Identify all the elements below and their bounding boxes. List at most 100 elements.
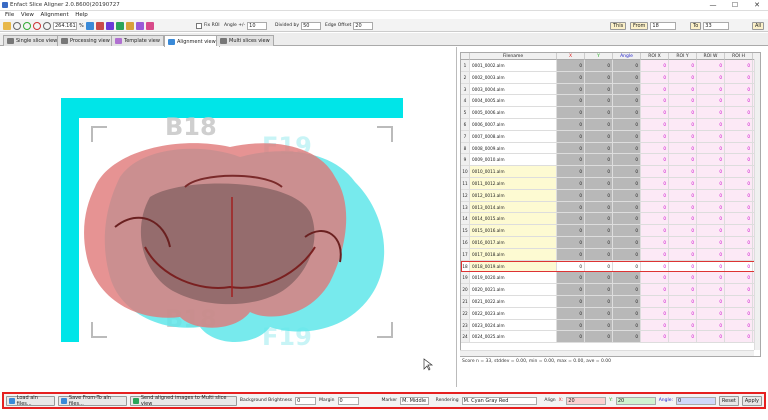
margin-input[interactable]: 0 xyxy=(337,396,359,405)
roi-cell[interactable]: 0 xyxy=(669,260,697,273)
column-header[interactable]: ROI H xyxy=(725,53,753,60)
value-cell[interactable]: 0 xyxy=(557,213,585,226)
value-cell[interactable]: 0 xyxy=(585,118,613,131)
roi-cell[interactable]: 0 xyxy=(641,331,669,344)
roi-cell[interactable]: 0 xyxy=(641,307,669,320)
roi-cell[interactable]: 0 xyxy=(697,118,725,131)
value-cell[interactable]: 0 xyxy=(557,154,585,167)
value-cell[interactable]: 0 xyxy=(557,260,585,273)
filename-cell[interactable]: 0015_0016.alm xyxy=(470,225,557,237)
roi-cell[interactable]: 0 xyxy=(669,60,697,72)
filename-cell[interactable]: 0022_0023.alm xyxy=(470,307,557,320)
value-cell[interactable]: 0 xyxy=(585,60,613,72)
value-cell[interactable]: 0 xyxy=(585,307,613,320)
marker-select[interactable]: M. Middle xyxy=(400,396,429,405)
roi-cell[interactable]: 0 xyxy=(697,154,725,167)
roi-cell[interactable]: 0 xyxy=(641,284,669,296)
roi-cell[interactable]: 0 xyxy=(641,118,669,131)
column-header[interactable]: ROI W xyxy=(697,53,725,60)
value-cell[interactable]: 0 xyxy=(613,83,641,96)
table-row[interactable]: 20002_0003.alm00000000 xyxy=(461,71,760,84)
value-cell[interactable]: 0 xyxy=(613,295,641,308)
roi-cell[interactable]: 0 xyxy=(669,95,697,108)
table-row[interactable]: 120012_0013.alm00000000 xyxy=(461,189,760,202)
value-cell[interactable]: 0 xyxy=(585,295,613,308)
roi-cell[interactable]: 0 xyxy=(669,248,697,261)
menu-view[interactable]: View xyxy=(21,11,34,19)
grid-icon[interactable] xyxy=(105,21,114,30)
value-cell[interactable]: 0 xyxy=(585,189,613,202)
roi-cell[interactable]: 0 xyxy=(669,154,697,167)
alignment-table[interactable]: FilenameXYAngleROI XROI YROI WROI HScore… xyxy=(460,52,761,357)
roi-cell[interactable]: 0 xyxy=(725,236,753,249)
table-row[interactable]: 170017_0018.alm00000000 xyxy=(461,248,760,261)
roi-cell[interactable]: 0 xyxy=(641,177,669,190)
filename-cell[interactable]: 0002_0003.alm xyxy=(470,71,557,84)
roi-cell[interactable]: 0 xyxy=(641,83,669,96)
filename-cell[interactable]: 0004_0005.alm xyxy=(470,95,557,108)
value-cell[interactable]: 0 xyxy=(613,154,641,167)
this-button[interactable]: This xyxy=(610,21,627,30)
open-folder-icon[interactable] xyxy=(3,21,11,30)
roi-cell[interactable]: 0 xyxy=(669,331,697,344)
roi-cell[interactable]: 0 xyxy=(669,201,697,214)
value-cell[interactable]: 0 xyxy=(557,236,585,249)
value-cell[interactable]: 0 xyxy=(613,260,641,273)
roi-cell[interactable]: 0 xyxy=(725,142,753,155)
align-x-input[interactable]: 20 xyxy=(566,396,607,405)
minimize-button[interactable]: — xyxy=(702,0,724,11)
roi-cell[interactable]: 0 xyxy=(669,71,697,84)
from-input[interactable]: 18 xyxy=(650,21,677,30)
table-row[interactable]: 190019_0020.alm00000000 xyxy=(461,272,760,285)
roi-cell[interactable]: 0 xyxy=(725,272,753,285)
value-cell[interactable]: 0 xyxy=(585,331,613,344)
roi-cell[interactable]: 0 xyxy=(697,331,725,344)
filename-cell[interactable]: 0016_0017.alm xyxy=(470,236,557,249)
save-aln-files-button[interactable]: Save From-To aln files... xyxy=(58,395,128,407)
roi-cell[interactable]: 0 xyxy=(669,118,697,131)
roi-cell[interactable]: 0 xyxy=(697,142,725,155)
value-cell[interactable]: 0 xyxy=(613,142,641,155)
fix-roi-checkbox[interactable] xyxy=(196,22,202,29)
value-cell[interactable]: 0 xyxy=(557,307,585,320)
value-cell[interactable]: 0 xyxy=(585,213,613,226)
roi-cell[interactable]: 0 xyxy=(697,248,725,261)
filename-cell[interactable]: 0017_0018.alm xyxy=(470,248,557,261)
to-button[interactable]: To xyxy=(690,21,702,30)
column-header[interactable]: ROI X xyxy=(641,53,669,60)
roi-cell[interactable]: 0 xyxy=(697,272,725,285)
menu-file[interactable]: File xyxy=(5,11,14,19)
tab-alignment-view[interactable]: Alignment view xyxy=(164,35,220,47)
roi-cell[interactable]: 0 xyxy=(669,177,697,190)
roi-cell[interactable]: 0 xyxy=(697,71,725,84)
value-cell[interactable]: 0 xyxy=(585,201,613,214)
value-cell[interactable]: 0 xyxy=(613,60,641,72)
value-cell[interactable]: 0 xyxy=(557,107,585,119)
table-row[interactable]: 130013_0014.alm00000000 xyxy=(461,201,760,214)
reset-button[interactable]: Reset xyxy=(718,395,739,406)
filename-cell[interactable]: 0008_0009.alm xyxy=(470,142,557,155)
to-input[interactable]: 33 xyxy=(703,21,730,30)
send-to-multi-slice-button[interactable]: Send aligned images to Multi slice view xyxy=(130,395,237,407)
roi-cell[interactable]: 0 xyxy=(669,284,697,296)
roi-cell[interactable]: 0 xyxy=(725,319,753,332)
roi-cell[interactable]: 0 xyxy=(697,260,725,273)
tab-multi-slices-view[interactable]: Multi slices view xyxy=(216,35,274,46)
value-cell[interactable]: 0 xyxy=(613,118,641,131)
value-cell[interactable]: 0 xyxy=(557,284,585,296)
roi-cell[interactable]: 0 xyxy=(641,236,669,249)
roi-cell[interactable]: 0 xyxy=(641,154,669,167)
value-cell[interactable]: 0 xyxy=(613,236,641,249)
zoom-in-icon[interactable] xyxy=(23,21,31,30)
roi-cell[interactable]: 0 xyxy=(697,213,725,226)
zoom-reset-icon[interactable] xyxy=(43,21,51,30)
roi-cell[interactable]: 0 xyxy=(697,319,725,332)
roi-cell[interactable]: 0 xyxy=(725,107,753,119)
zoom-out-icon[interactable] xyxy=(33,21,41,30)
roi-cell[interactable]: 0 xyxy=(641,142,669,155)
edge-offset-input[interactable]: 20 xyxy=(353,21,374,30)
value-cell[interactable]: 0 xyxy=(613,177,641,190)
value-cell[interactable]: 0 xyxy=(585,142,613,155)
roi-icon[interactable] xyxy=(115,21,124,30)
zoom-fit-icon[interactable] xyxy=(13,21,21,30)
